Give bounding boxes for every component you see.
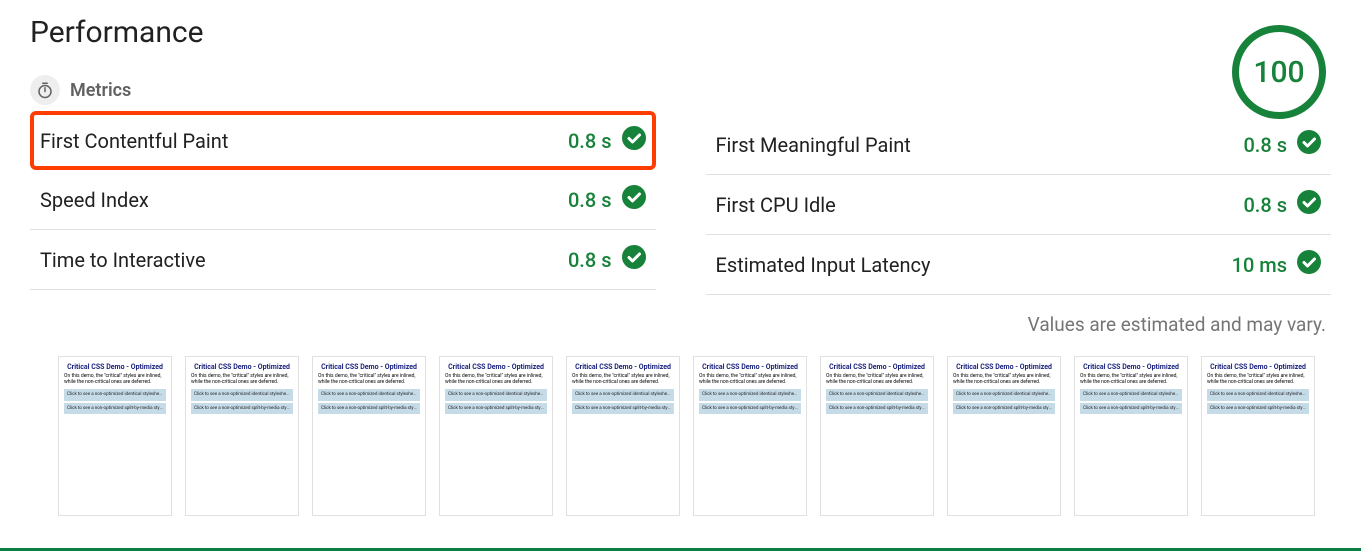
metric-value: 0.8 s bbox=[568, 188, 612, 212]
metric-row[interactable]: First CPU Idle 0.8 s bbox=[706, 175, 1332, 235]
score-value: 100 bbox=[1253, 55, 1304, 90]
filmstrip-thumbnail[interactable]: Critical CSS Demo - Optimized On this dem… bbox=[312, 356, 426, 516]
filmstrip-thumbnail[interactable]: Critical CSS Demo - Optimized On this dem… bbox=[566, 356, 680, 516]
filmstrip-thumbnail[interactable]: Critical CSS Demo - Optimized On this dem… bbox=[820, 356, 934, 516]
thumb-box: Click to see a non-optimized split-by-me… bbox=[318, 403, 420, 414]
metric-value: 0.8 s bbox=[568, 248, 612, 272]
thumb-box: Click to see a non-optimized identical s… bbox=[826, 389, 928, 400]
metric-row[interactable]: First Meaningful Paint 0.8 s bbox=[706, 115, 1332, 175]
thumb-box: Click to see a non-optimized identical s… bbox=[445, 389, 547, 400]
metric-label: Estimated Input Latency bbox=[716, 253, 931, 277]
check-icon bbox=[1297, 130, 1321, 159]
thumb-title: Critical CSS Demo - Optimized bbox=[445, 363, 547, 371]
estimate-note: Values are estimated and may vary. bbox=[30, 313, 1331, 336]
thumb-box: Click to see a non-optimized split-by-me… bbox=[64, 403, 166, 414]
metric-value: 0.8 s bbox=[568, 129, 612, 153]
thumb-box: Click to see a non-optimized identical s… bbox=[318, 389, 420, 400]
metric-value-wrap: 10 ms bbox=[1232, 250, 1321, 279]
thumb-box: Click to see a non-optimized identical s… bbox=[191, 389, 293, 400]
thumb-text: On this demo, the "critical" styles are … bbox=[1207, 374, 1309, 385]
metric-row[interactable]: Speed Index 0.8 s bbox=[30, 170, 656, 230]
metric-label: First CPU Idle bbox=[716, 193, 836, 217]
filmstrip: Critical CSS Demo - Optimized On this dem… bbox=[30, 356, 1331, 516]
thumb-title: Critical CSS Demo - Optimized bbox=[699, 363, 801, 371]
thumb-box: Click to see a non-optimized split-by-me… bbox=[699, 403, 801, 414]
metric-value: 0.8 s bbox=[1243, 193, 1287, 217]
thumb-box: Click to see a non-optimized split-by-me… bbox=[1207, 403, 1309, 414]
metric-row[interactable]: Time to Interactive 0.8 s bbox=[30, 230, 656, 290]
metric-value-wrap: 0.8 s bbox=[1243, 130, 1321, 159]
filmstrip-thumbnail[interactable]: Critical CSS Demo - Optimized On this dem… bbox=[947, 356, 1061, 516]
thumb-title: Critical CSS Demo - Optimized bbox=[191, 363, 293, 371]
thumb-box: Click to see a non-optimized split-by-me… bbox=[953, 403, 1055, 414]
thumb-text: On this demo, the "critical" styles are … bbox=[572, 374, 674, 385]
metrics-column-left: First Contentful Paint 0.8 s Speed Index 0.… bbox=[30, 115, 656, 295]
filmstrip-thumbnail[interactable]: Critical CSS Demo - Optimized On this dem… bbox=[1201, 356, 1315, 516]
thumb-text: On this demo, the "critical" styles are … bbox=[445, 374, 547, 385]
thumb-text: On this demo, the "critical" styles are … bbox=[64, 374, 166, 385]
thumb-box: Click to see a non-optimized split-by-me… bbox=[191, 403, 293, 414]
thumb-box: Click to see a non-optimized identical s… bbox=[64, 389, 166, 400]
check-icon bbox=[1297, 250, 1321, 279]
thumb-box: Click to see a non-optimized split-by-me… bbox=[1080, 403, 1182, 414]
thumb-title: Critical CSS Demo - Optimized bbox=[318, 363, 420, 371]
thumb-title: Critical CSS Demo - Optimized bbox=[64, 363, 166, 371]
thumb-box: Click to see a non-optimized split-by-me… bbox=[572, 403, 674, 414]
thumb-title: Critical CSS Demo - Optimized bbox=[1080, 363, 1182, 371]
metric-row[interactable]: Estimated Input Latency 10 ms bbox=[706, 235, 1332, 295]
check-icon bbox=[622, 185, 646, 214]
thumb-title: Critical CSS Demo - Optimized bbox=[953, 363, 1055, 371]
metrics-section-header: Metrics bbox=[30, 75, 1331, 105]
thumb-box: Click to see a non-optimized split-by-me… bbox=[826, 403, 928, 414]
metric-value-wrap: 0.8 s bbox=[568, 245, 646, 274]
metric-value: 10 ms bbox=[1232, 253, 1287, 277]
metric-label: First Contentful Paint bbox=[40, 129, 228, 153]
thumb-text: On this demo, the "critical" styles are … bbox=[318, 374, 420, 385]
metrics-column-right: First Meaningful Paint0.8 sFirst CPU Idl… bbox=[706, 115, 1332, 295]
thumb-title: Critical CSS Demo - Optimized bbox=[1207, 363, 1309, 371]
metric-label: First Meaningful Paint bbox=[716, 133, 911, 157]
metric-value: 0.8 s bbox=[1243, 133, 1287, 157]
metrics-grid: First Contentful Paint 0.8 s Speed Index 0.… bbox=[30, 115, 1331, 295]
thumb-text: On this demo, the "critical" styles are … bbox=[953, 374, 1055, 385]
thumb-box: Click to see a non-optimized split-by-me… bbox=[445, 403, 547, 414]
check-icon bbox=[1297, 190, 1321, 219]
thumb-box: Click to see a non-optimized identical s… bbox=[1207, 389, 1309, 400]
page-title: Performance bbox=[30, 15, 1331, 50]
filmstrip-thumbnail[interactable]: Critical CSS Demo - Optimized On this dem… bbox=[693, 356, 807, 516]
filmstrip-thumbnail[interactable]: Critical CSS Demo - Optimized On this dem… bbox=[58, 356, 172, 516]
score-badge: 100 bbox=[1232, 25, 1326, 119]
thumb-title: Critical CSS Demo - Optimized bbox=[572, 363, 674, 371]
thumb-box: Click to see a non-optimized identical s… bbox=[1080, 389, 1182, 400]
thumb-box: Click to see a non-optimized identical s… bbox=[699, 389, 801, 400]
filmstrip-thumbnail[interactable]: Critical CSS Demo - Optimized On this dem… bbox=[1074, 356, 1188, 516]
filmstrip-thumbnail[interactable]: Critical CSS Demo - Optimized On this dem… bbox=[185, 356, 299, 516]
stopwatch-icon bbox=[30, 75, 60, 105]
thumb-text: On this demo, the "critical" styles are … bbox=[699, 374, 801, 385]
metric-row[interactable]: First Contentful Paint 0.8 s bbox=[30, 111, 656, 170]
check-icon bbox=[622, 245, 646, 274]
thumb-text: On this demo, the "critical" styles are … bbox=[826, 374, 928, 385]
thumb-text: On this demo, the "critical" styles are … bbox=[1080, 374, 1182, 385]
filmstrip-thumbnail[interactable]: Critical CSS Demo - Optimized On this dem… bbox=[439, 356, 553, 516]
metric-label: Speed Index bbox=[40, 188, 149, 212]
section-title: Metrics bbox=[70, 80, 131, 101]
metric-value-wrap: 0.8 s bbox=[1243, 190, 1321, 219]
thumb-title: Critical CSS Demo - Optimized bbox=[826, 363, 928, 371]
metric-value-wrap: 0.8 s bbox=[568, 185, 646, 214]
metric-value-wrap: 0.8 s bbox=[568, 126, 646, 155]
check-icon bbox=[622, 126, 646, 155]
thumb-text: On this demo, the "critical" styles are … bbox=[191, 374, 293, 385]
performance-panel: Performance 100 Metrics First Contentful… bbox=[0, 0, 1361, 526]
metric-label: Time to Interactive bbox=[40, 248, 206, 272]
thumb-box: Click to see a non-optimized identical s… bbox=[572, 389, 674, 400]
thumb-box: Click to see a non-optimized identical s… bbox=[953, 389, 1055, 400]
